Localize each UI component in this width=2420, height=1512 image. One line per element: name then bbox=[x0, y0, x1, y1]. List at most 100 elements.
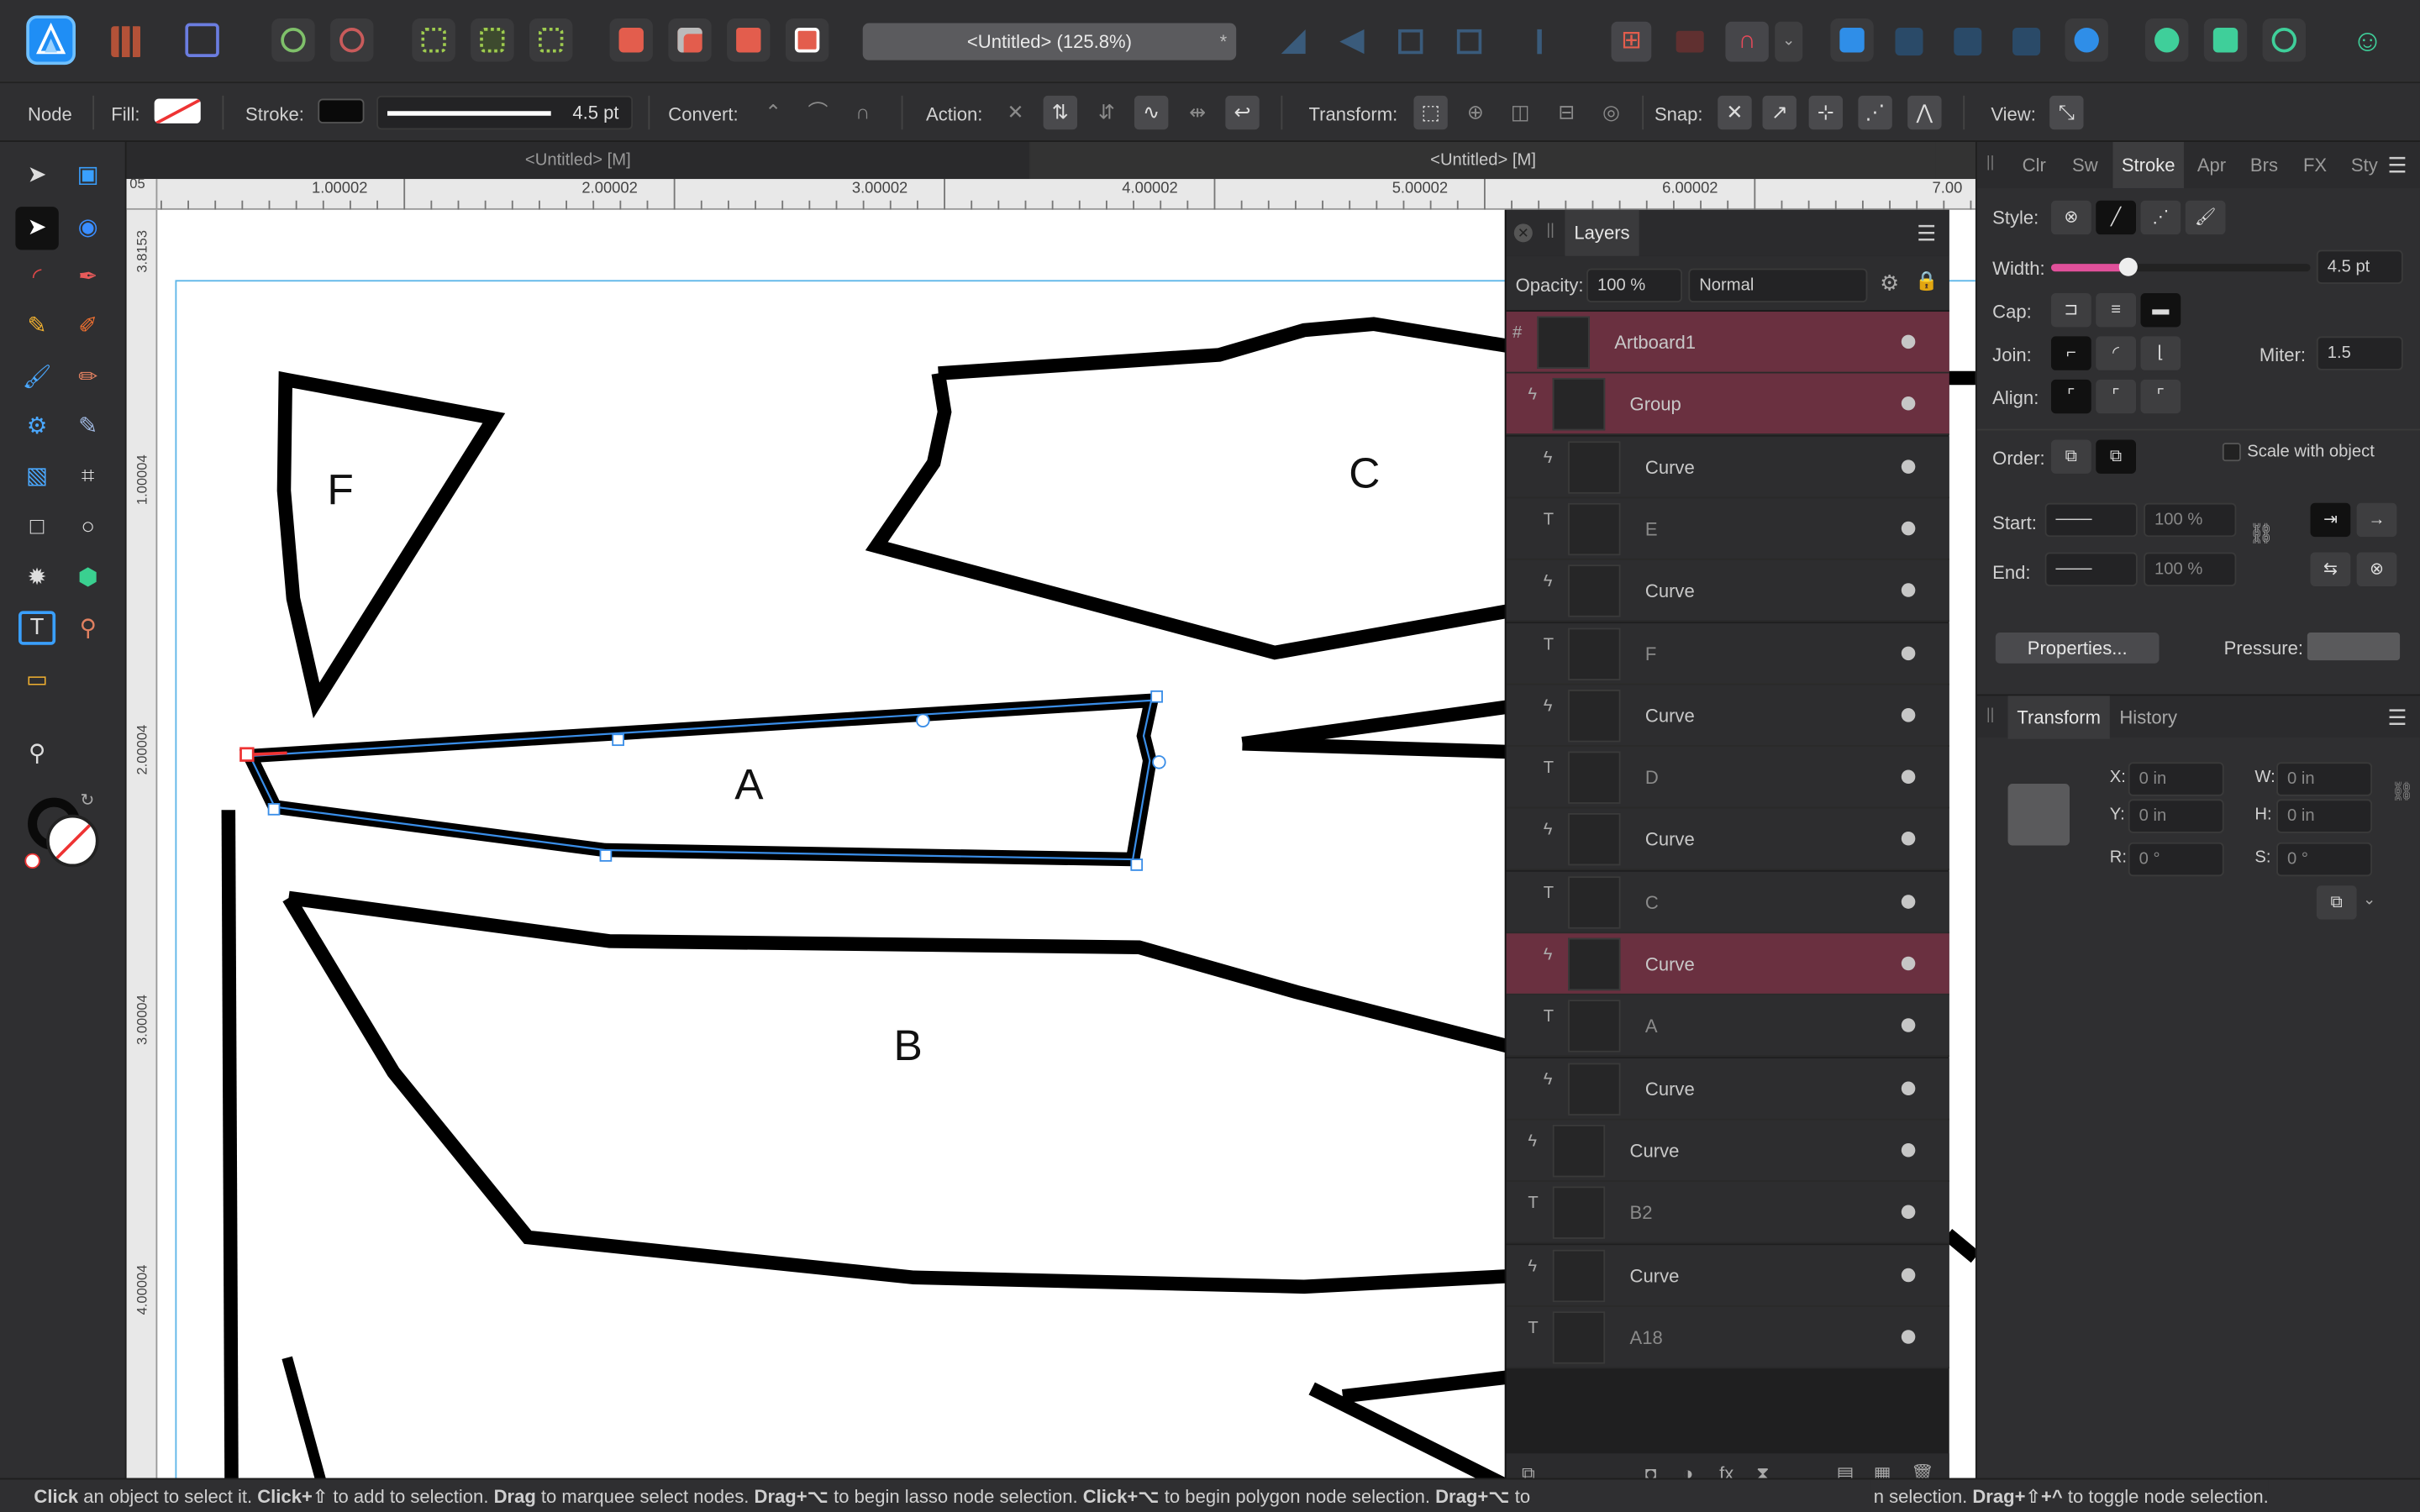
fill-tool-icon[interactable]: 🖌 bbox=[18, 360, 55, 396]
y-field[interactable]: 0 in bbox=[2128, 799, 2224, 833]
reverse-curve-icon[interactable]: ↩ bbox=[1225, 95, 1260, 130]
close-curve-icon[interactable]: ⇅ bbox=[1043, 95, 1078, 130]
r-field[interactable]: 0 ° bbox=[2128, 842, 2224, 877]
place-image-tool-icon[interactable]: ▧ bbox=[18, 458, 55, 495]
cap-round-icon[interactable]: ≡ bbox=[2096, 292, 2136, 328]
vector-brush-tool-icon[interactable]: ✐ bbox=[70, 308, 107, 345]
tab-fx[interactable]: FX bbox=[2293, 142, 2336, 188]
arrange-icon[interactable] bbox=[1537, 29, 1561, 55]
tab-transform[interactable]: Transform bbox=[2007, 696, 2110, 739]
layer-row[interactable]: TC bbox=[1506, 871, 1949, 933]
break-curve-icon[interactable]: ✕ bbox=[998, 96, 1032, 129]
color-picker-tool-icon[interactable]: ⚲ bbox=[70, 611, 107, 648]
curve-layer-icon[interactable]: ϟ bbox=[1544, 449, 1553, 467]
link-icon[interactable]: ⛓ bbox=[2249, 522, 2274, 546]
visibility-toggle[interactable] bbox=[1901, 832, 1916, 847]
width-field[interactable]: 4.5 pt bbox=[2316, 249, 2403, 284]
insert-target-icon[interactable]: ⊞ bbox=[1611, 21, 1652, 62]
transform-align-icon[interactable]: ⊟ bbox=[1549, 96, 1583, 129]
layer-row[interactable]: ϟ Curve bbox=[1506, 1120, 1949, 1182]
layer-row[interactable]: TE bbox=[1506, 498, 1949, 560]
text-layer-icon[interactable]: T bbox=[1544, 1008, 1554, 1026]
width-slider[interactable] bbox=[2050, 257, 2311, 276]
rectangle-tool-icon[interactable]: □ bbox=[18, 509, 55, 546]
layer-row[interactable]: TF bbox=[1506, 622, 1949, 685]
view-mode-icon[interactable] bbox=[2262, 18, 2307, 62]
layer-row[interactable]: ϟ Curve bbox=[1506, 933, 1949, 995]
start-arrowhead-select[interactable]: ─── bbox=[2044, 502, 2138, 538]
flip-horizontal-icon[interactable] bbox=[1281, 29, 1306, 55]
smooth-curve-icon[interactable]: ⇵ bbox=[1090, 96, 1123, 129]
gradient-tool-icon[interactable]: ⚙ bbox=[18, 409, 55, 446]
layer-row[interactable]: ϟ Curve bbox=[1506, 1058, 1949, 1120]
vertical-ruler[interactable]: 3.8153 1.00004 2.00004 3.00004 4.00004 bbox=[126, 209, 158, 1478]
tab-sw[interactable]: Sw bbox=[2062, 142, 2108, 188]
transform-mode-icon[interactable]: ⬚ bbox=[1413, 95, 1448, 130]
snapping-dropdown-chevron-icon[interactable]: ⌄ bbox=[1775, 21, 1803, 62]
ruler-corner[interactable]: 05 bbox=[126, 176, 158, 210]
join-curves-icon[interactable]: ∿ bbox=[1134, 95, 1169, 130]
visibility-toggle[interactable] bbox=[1901, 956, 1916, 971]
fill-swatch[interactable] bbox=[154, 98, 201, 123]
corner-tool-icon[interactable]: ◉ bbox=[70, 210, 107, 247]
assistant-icon[interactable] bbox=[2145, 18, 2189, 62]
magnet-snapping-icon[interactable]: ∩ bbox=[1725, 21, 1769, 62]
visibility-toggle[interactable] bbox=[1901, 334, 1916, 349]
measure-tool-icon[interactable]: ▭ bbox=[18, 662, 55, 699]
stroke-width-slider[interactable]: 4.5 pt bbox=[376, 95, 634, 130]
node-tool-icon[interactable]: ➤ bbox=[15, 207, 59, 250]
visibility-toggle[interactable] bbox=[1901, 1329, 1916, 1344]
visibility-toggle[interactable] bbox=[1901, 1142, 1916, 1158]
rotate-left-icon[interactable] bbox=[1398, 29, 1423, 55]
text-layer-icon[interactable]: T bbox=[1544, 511, 1554, 529]
join-round-icon[interactable]: ◜ bbox=[2096, 336, 2136, 370]
layer-row[interactable]: ϟ Curve bbox=[1506, 1244, 1949, 1306]
align-center-icon[interactable]: ⌜ bbox=[2096, 379, 2136, 414]
document-title-bar[interactable]: <Untitled> (125.8%) * bbox=[862, 23, 1237, 60]
snap-curve-icon[interactable]: ↗ bbox=[1762, 95, 1797, 130]
snapping-gear-icon[interactable] bbox=[330, 18, 374, 62]
text-layer-icon[interactable]: T bbox=[1544, 884, 1554, 902]
swap-colors-icon[interactable]: ↻ bbox=[81, 790, 95, 810]
user-account-icon[interactable]: ☺ bbox=[2349, 24, 2386, 60]
lock-icon[interactable]: 🔒 bbox=[1915, 270, 1938, 291]
visibility-toggle[interactable] bbox=[1901, 1267, 1916, 1282]
style-dashed-icon[interactable]: ⋰ bbox=[2140, 200, 2181, 235]
swap-arrows-icon[interactable]: ⇆ bbox=[2310, 552, 2351, 586]
layer-row[interactable]: T B2 bbox=[1506, 1182, 1949, 1244]
w-field[interactable]: 0 in bbox=[2276, 762, 2373, 796]
style-solid-icon[interactable]: ╱ bbox=[2096, 200, 2136, 235]
align-outside-icon[interactable]: ⌜ bbox=[2140, 379, 2181, 414]
visibility-toggle[interactable] bbox=[1901, 396, 1916, 412]
curve-layer-icon[interactable]: ϟ bbox=[1528, 1257, 1537, 1275]
style-texture-icon[interactable]: 🖌 bbox=[2185, 200, 2226, 235]
crop-tool-icon[interactable]: ⌗ bbox=[70, 458, 107, 495]
text-tool-icon[interactable]: T bbox=[18, 611, 56, 645]
designer-app-icon[interactable] bbox=[26, 15, 76, 66]
layer-row[interactable]: TA bbox=[1506, 995, 1949, 1058]
layer-row[interactable]: ϟ Curve bbox=[1506, 560, 1949, 622]
layer-row[interactable]: ϟ Curve bbox=[1506, 685, 1949, 747]
export-persona-icon[interactable] bbox=[185, 23, 219, 57]
layer-row[interactable]: ϟ Group bbox=[1506, 374, 1949, 436]
visibility-toggle[interactable] bbox=[1901, 707, 1916, 722]
stroke-swatch[interactable] bbox=[318, 98, 365, 123]
split-curve-icon[interactable]: ⇹ bbox=[1181, 96, 1214, 129]
panel-menu-icon[interactable]: ☰ bbox=[2387, 153, 2407, 179]
visibility-toggle[interactable] bbox=[1901, 1205, 1916, 1220]
snap-nodes-icon[interactable]: ✕ bbox=[1718, 95, 1752, 130]
align-inside-icon[interactable]: ⌜ bbox=[2050, 379, 2091, 414]
move-tool-icon[interactable]: ➤ bbox=[18, 157, 55, 194]
tab-stroke[interactable]: Stroke bbox=[2112, 141, 2184, 189]
boolean-subtract-icon[interactable] bbox=[668, 18, 712, 62]
layer-row[interactable]: ϟ Curve bbox=[1506, 436, 1949, 498]
no-color-icon[interactable] bbox=[24, 853, 40, 869]
lock-aspect-icon[interactable]: ⛓ bbox=[2391, 780, 2414, 802]
point-transform-tool-icon[interactable]: ◜ bbox=[18, 260, 55, 297]
grip-icon[interactable]: || bbox=[1986, 706, 1995, 723]
h-field[interactable]: 0 in bbox=[2276, 799, 2373, 833]
layer-row[interactable]: TD bbox=[1506, 747, 1949, 809]
pressure-preview[interactable] bbox=[2307, 633, 2401, 661]
boolean-xor-icon[interactable] bbox=[785, 18, 829, 62]
boolean-intersect-icon[interactable] bbox=[727, 18, 771, 62]
